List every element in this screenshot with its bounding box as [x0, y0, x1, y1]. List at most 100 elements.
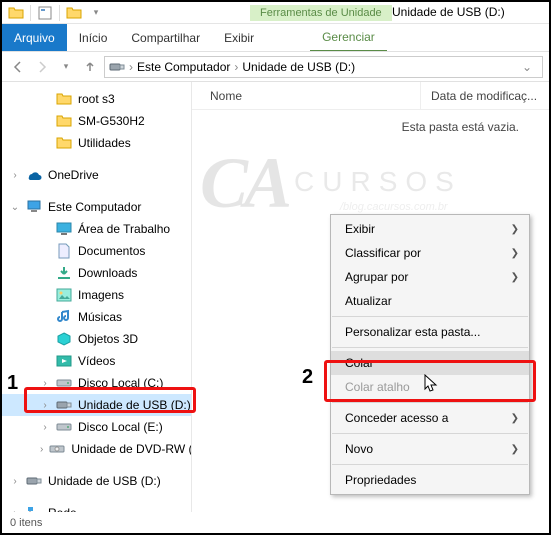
music-icon — [56, 309, 72, 325]
tree-item-label: Downloads — [78, 266, 137, 280]
tree-item-label: Objetos 3D — [78, 332, 138, 346]
tree-item-label: Vídeos — [78, 354, 115, 368]
navigation-pane[interactable]: root s3 SM-G530H2 Utilidades › OneDrive ⌄ Este… — [2, 82, 192, 512]
ctx-refresh[interactable]: Atualizar — [331, 289, 529, 313]
separator — [332, 433, 528, 434]
expand-icon[interactable]: › — [10, 508, 20, 513]
tree-item[interactable]: Área de Trabalho — [2, 218, 191, 240]
separator — [332, 464, 528, 465]
tree-item[interactable]: › Disco Local (E:) — [2, 416, 191, 438]
window-title: Unidade de USB (D:) — [392, 5, 505, 19]
expand-icon[interactable]: › — [40, 422, 50, 433]
ctx-view[interactable]: Exibir❯ — [331, 217, 529, 241]
column-date[interactable]: Data de modificaç... — [421, 89, 547, 103]
breadcrumb-leaf[interactable]: Unidade de USB (D:) — [242, 60, 355, 74]
onedrive-icon — [26, 167, 42, 183]
tree-item-label: Disco Local (C:) — [78, 376, 163, 390]
tab-manage[interactable]: Gerenciar — [310, 24, 387, 51]
expand-icon[interactable]: › — [10, 476, 20, 487]
separator — [332, 402, 528, 403]
img-icon — [56, 287, 72, 303]
address-dropdown-icon[interactable]: ⌄ — [516, 60, 538, 74]
qat-explorer-icon[interactable] — [6, 4, 26, 22]
ctx-new[interactable]: Novo❯ — [331, 437, 529, 461]
tree-item-label: OneDrive — [48, 168, 99, 182]
contextual-tab-group: Ferramentas de Unidade — [250, 5, 392, 21]
tree-item[interactable]: › Unidade de DVD-RW (F:) — [2, 438, 191, 460]
tab-home[interactable]: Início — [67, 24, 120, 51]
tab-view[interactable]: Exibir — [212, 24, 266, 51]
folder-icon — [56, 113, 72, 129]
content-pane[interactable]: Nome Data de modificaç... Esta pasta est… — [192, 82, 549, 512]
tree-item[interactable]: Imagens — [2, 284, 191, 306]
separator — [332, 347, 528, 348]
title-bar: ▾ Ferramentas de Unidade Unidade de USB … — [2, 2, 549, 24]
chevron-right-icon[interactable]: › — [234, 60, 238, 74]
ctx-customize[interactable]: Personalizar esta pasta... — [331, 320, 529, 344]
tree-item[interactable]: Músicas — [2, 306, 191, 328]
breadcrumb[interactable]: › Este Computador › Unidade de USB (D:) … — [104, 56, 543, 78]
dvd-icon — [49, 441, 65, 457]
usb-icon — [26, 473, 42, 489]
tree-item[interactable]: root s3 — [2, 88, 191, 110]
tree-item[interactable]: ›Rede — [2, 502, 191, 512]
nav-up-button[interactable] — [80, 57, 100, 77]
breadcrumb-root[interactable]: Este Computador — [137, 60, 230, 74]
tree-item-label: Este Computador — [48, 200, 141, 214]
context-menu: Exibir❯ Classificar por❯ Agrupar por❯ At… — [330, 214, 530, 495]
tree-item-label: Documentos — [78, 244, 145, 258]
expand-icon[interactable]: › — [40, 400, 50, 411]
expand-icon[interactable]: › — [10, 170, 20, 181]
usb-icon — [56, 397, 72, 413]
tab-share[interactable]: Compartilhar — [119, 24, 212, 51]
obj3d-icon — [56, 331, 72, 347]
ribbon-tabs: Arquivo Início Compartilhar Exibir Geren… — [2, 24, 549, 52]
qat-newfolder-icon[interactable] — [64, 4, 84, 22]
tree-item[interactable]: Downloads — [2, 262, 191, 284]
tree-item-label: Disco Local (E:) — [78, 420, 163, 434]
chevron-right-icon: ❯ — [511, 224, 519, 235]
nav-forward-button[interactable] — [32, 57, 52, 77]
tree-item-label: Músicas — [78, 310, 122, 324]
ctx-group[interactable]: Agrupar por❯ — [331, 265, 529, 289]
tree-item[interactable]: › OneDrive — [2, 164, 191, 186]
net-icon — [26, 505, 42, 512]
usb-icon — [109, 60, 125, 74]
mouse-cursor-icon — [424, 374, 440, 394]
ctx-sort[interactable]: Classificar por❯ — [331, 241, 529, 265]
expand-icon[interactable]: › — [40, 378, 50, 389]
tree-item-label: Unidade de DVD-RW (F:) — [71, 442, 192, 456]
tree-item[interactable]: Vídeos — [2, 350, 191, 372]
separator — [59, 5, 60, 21]
desktop-icon — [56, 221, 72, 237]
ctx-grant-access[interactable]: Conceder acesso a❯ — [331, 406, 529, 430]
tree-item[interactable]: ›Unidade de USB (D:) — [2, 470, 191, 492]
folder-icon — [56, 135, 72, 151]
drive-icon — [56, 419, 72, 435]
nav-history-dropdown[interactable]: ▾ — [56, 57, 76, 77]
tree-item[interactable]: SM-G530H2 — [2, 110, 191, 132]
tree-item[interactable]: › Unidade de USB (D:) — [2, 394, 191, 416]
status-bar: 0 itens — [4, 515, 48, 531]
qat-dropdown-icon[interactable]: ▾ — [86, 4, 106, 22]
tree-item[interactable]: Utilidades — [2, 132, 191, 154]
ctx-properties[interactable]: Propriedades — [331, 468, 529, 492]
address-bar: ▾ › Este Computador › Unidade de USB (D:… — [2, 52, 549, 82]
expand-icon[interactable]: › — [40, 444, 43, 455]
column-name[interactable]: Nome — [200, 89, 420, 103]
tab-file[interactable]: Arquivo — [2, 24, 67, 51]
expand-icon[interactable]: ⌄ — [10, 202, 20, 213]
tree-item[interactable]: Documentos — [2, 240, 191, 262]
tree-item[interactable]: › Disco Local (C:) — [2, 372, 191, 394]
tree-item-label: SM-G530H2 — [78, 114, 145, 128]
tree-item-label: Unidade de USB (D:) — [78, 398, 191, 412]
qat-properties-icon[interactable] — [35, 4, 55, 22]
drive-icon — [56, 375, 72, 391]
nav-back-button[interactable] — [8, 57, 28, 77]
chevron-right-icon: ❯ — [511, 413, 519, 424]
chevron-right-icon[interactable]: › — [129, 60, 133, 74]
tree-item[interactable]: ⌄ Este Computador — [2, 196, 191, 218]
tree-item[interactable]: Objetos 3D — [2, 328, 191, 350]
ctx-paste[interactable]: Colar — [331, 351, 529, 375]
docs-icon — [56, 243, 72, 259]
